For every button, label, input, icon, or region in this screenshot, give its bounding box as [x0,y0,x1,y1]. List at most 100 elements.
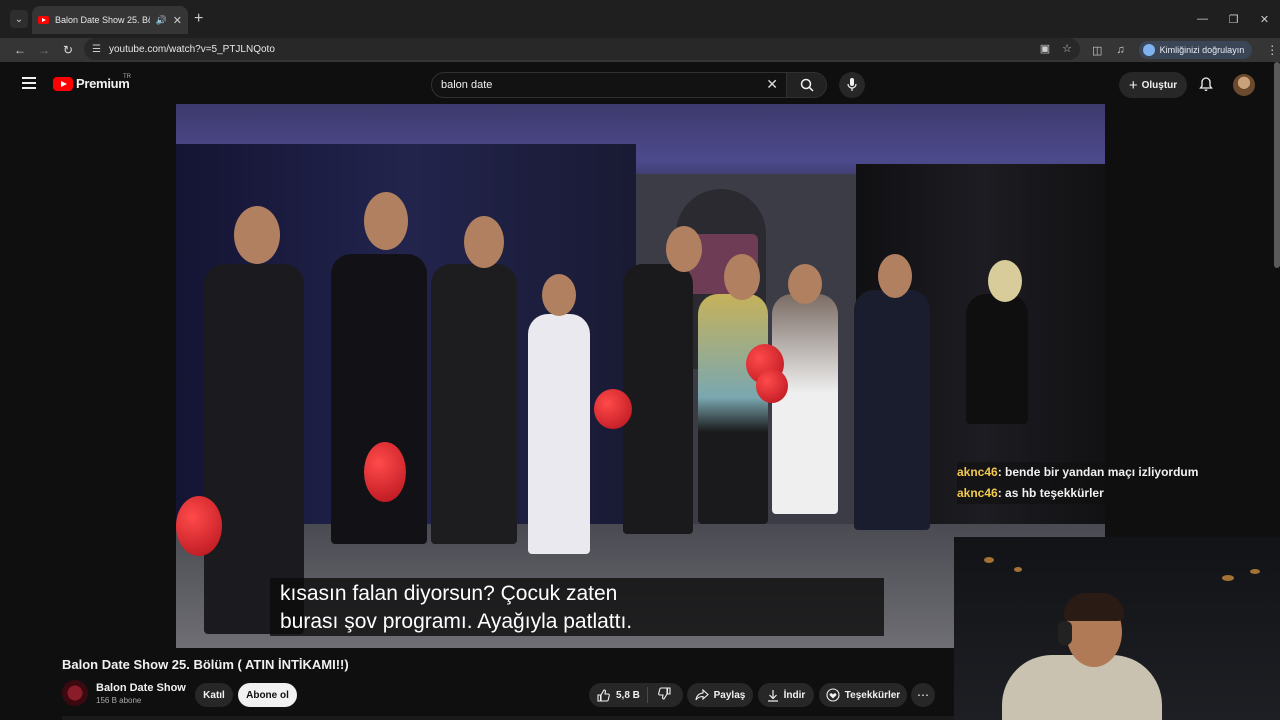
headphones-icon [1058,621,1072,645]
webcam-window-light [1014,567,1022,572]
webcam-window-light [984,557,994,563]
like-dislike-group: 5,8 B [589,683,683,707]
share-label: Paylaş [713,689,746,701]
browser-toolbar: ← → ↻ ☰ youtube.com/watch?v=5_PTJLNQoto … [0,38,1280,62]
profile-verify-label: Kimliğinizi doğrulayın [1159,45,1245,55]
streamer-webcam [954,537,1280,720]
subscribe-button[interactable]: Abone ol [238,683,297,707]
join-button[interactable]: Katıl [195,683,233,707]
webcam-window-light [1222,575,1234,581]
clear-search-icon[interactable]: ✕ [766,76,778,93]
menu-icon[interactable] [22,77,36,92]
notifications-button[interactable] [1199,77,1213,97]
video-balloon [756,369,788,403]
video-balloon [176,496,222,556]
media-controls-icon[interactable]: ♫ [1116,44,1124,56]
video-person [431,264,517,544]
voice-search-button[interactable] [839,72,865,98]
minimize-icon[interactable]: — [1187,0,1218,38]
browser-menu-icon[interactable]: ⋮ [1266,43,1278,57]
page-scrollbar[interactable] [1274,62,1280,268]
youtube-favicon-icon [38,16,49,24]
super-thanks-icon [826,688,840,702]
description-box-edge [62,716,954,720]
thanks-button[interactable]: Teşekkürler [819,683,907,707]
microphone-icon [847,78,857,91]
chat-message: aknc46: as hb teşekkürler [957,483,1105,504]
user-avatar[interactable] [1233,74,1255,96]
window-controls: — ❐ ✕ [1187,0,1280,38]
video-person [854,290,930,530]
video-person-head [878,254,912,298]
like-count: 5,8 B [616,689,640,701]
speaker-icon[interactable]: 🔊 [156,15,167,26]
forward-icon[interactable]: → [32,43,56,57]
chat-username: aknc46 [957,486,998,500]
youtube-logo[interactable]: Premium TR [53,74,131,91]
video-person [623,264,693,534]
create-label: Oluştur [1141,79,1178,91]
youtube-header: Premium TR balon date ✕ + Oluştur [0,62,1280,105]
video-person [772,294,838,514]
like-button[interactable]: 5,8 B [589,688,647,702]
restore-icon[interactable]: ❐ [1218,0,1249,38]
cast-icon[interactable]: ▣ [1040,42,1050,55]
bookmark-star-icon[interactable]: ☆ [1062,42,1072,55]
download-icon [767,689,778,702]
subtitle-line-1: kısasın falan diyorsun? Çocuk zaten [280,582,618,605]
video-person-head [464,216,504,268]
video-person-head [788,264,822,304]
thumbs-down-icon [658,687,671,700]
video-person-head [988,260,1022,302]
stream-chat-overlay: aknc46: bende bir yandan maçı izliyordum… [957,462,1198,504]
url-text[interactable]: youtube.com/watch?v=5_PTJLNQoto [109,44,275,55]
video-person-head [542,274,576,316]
browser-tab[interactable]: Balon Date Show 25. Bölüm 🔊 ✕ [32,6,188,34]
video-title: Balon Date Show 25. Bölüm ( ATIN İNTİKAM… [62,657,349,672]
video-person-head [364,192,408,250]
chat-text: : bende bir yandan maçı izliyordum [997,465,1199,479]
webcam-window-light [1250,569,1260,574]
subtitle-line-2: burası şov programı. Ayağıyla patlattı. [280,610,633,633]
close-tab-icon[interactable]: ✕ [173,14,182,27]
video-person [966,294,1028,424]
search-button[interactable] [787,72,827,98]
share-button[interactable]: Paylaş [687,683,753,707]
webcam-person-hair [1064,593,1124,621]
browser-tab-bar: ⌄ Balon Date Show 25. Bölüm 🔊 ✕ + — ❐ ✕ [0,0,1280,38]
profile-verify-button[interactable]: Kimliğinizi doğrulayın [1138,41,1253,59]
chat-text: : as hb teşekkürler [997,486,1104,500]
video-subtitles: kısasın falan diyorsun? Çocuk zaten bura… [270,578,884,636]
video-person [698,294,768,524]
site-info-icon[interactable]: ☰ [92,44,101,55]
close-window-icon[interactable]: ✕ [1249,0,1280,38]
channel-name[interactable]: Balon Date Show [96,682,186,694]
plus-icon: + [1128,76,1138,94]
subscriber-count: 156 B abone [96,695,142,705]
channel-avatar[interactable] [62,680,88,706]
create-button[interactable]: + Oluştur [1119,72,1187,98]
channel-info[interactable]: Balon Date Show 156 B abone [62,680,186,706]
dislike-button[interactable] [648,687,671,703]
search-input[interactable]: balon date ✕ [431,72,787,98]
tab-title: Balon Date Show 25. Bölüm [55,15,150,25]
video-person-head [234,206,280,264]
tab-search-button[interactable]: ⌄ [10,10,28,28]
extensions-icon[interactable]: ◫ [1092,44,1102,57]
download-button[interactable]: İndir [758,683,814,707]
share-icon [695,689,709,701]
download-label: İndir [783,689,806,701]
back-icon[interactable]: ← [8,43,32,57]
video-balloon [594,389,632,429]
country-code: TR [123,74,131,80]
video-balloon [364,442,406,502]
chat-username: aknc46 [957,465,998,479]
thanks-label: Teşekkürler [844,689,901,701]
new-tab-button[interactable]: + [194,10,203,28]
video-person [528,314,590,554]
address-bar[interactable]: ☰ youtube.com/watch?v=5_PTJLNQoto ▣ ☆ [84,38,1080,60]
reload-icon[interactable]: ↻ [56,43,80,57]
search-query[interactable]: balon date [441,79,492,91]
more-actions-icon[interactable]: ⋯ [911,683,935,707]
youtube-play-icon [53,76,73,91]
